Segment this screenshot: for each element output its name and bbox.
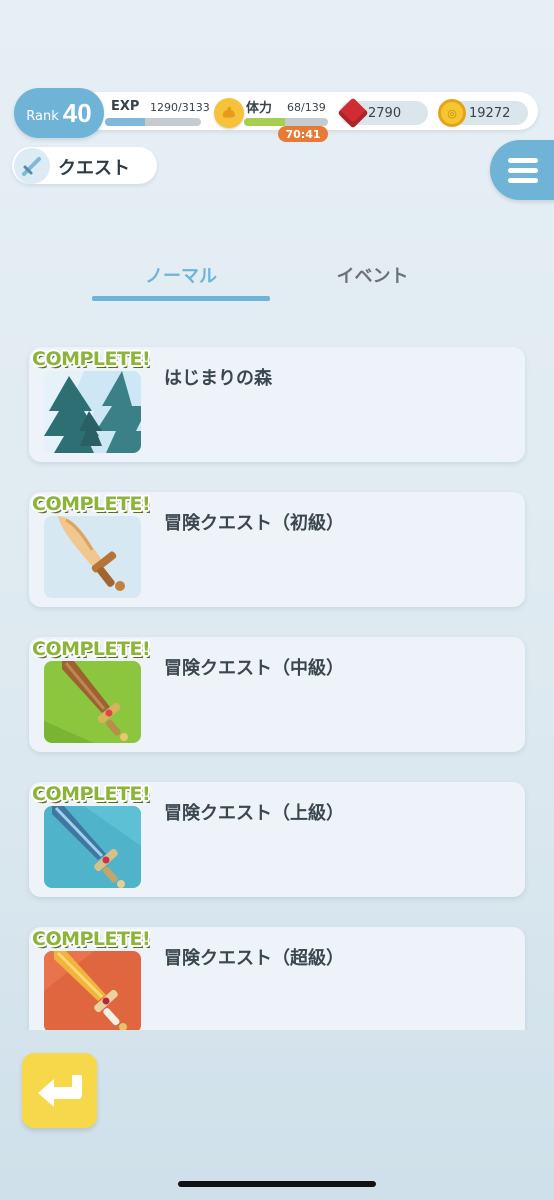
quest-name: 冒険クエスト（初級） <box>164 513 344 534</box>
hamburger-line <box>508 177 538 183</box>
exp-value: 1290/3133 <box>150 101 210 114</box>
quest-name: 冒険クエスト（超級） <box>164 948 344 969</box>
quest-list[interactable]: COMPLETE! はじまりの森 COMPLETE! 冒険クエスト（初級） CO… <box>0 330 554 1030</box>
exp-bar-fill <box>105 118 145 126</box>
rank-value: 40 <box>62 97 92 128</box>
forest-thumbnail <box>44 371 141 453</box>
complete-badge: COMPLETE! <box>32 348 151 370</box>
sword-icon <box>14 148 50 184</box>
back-arrow-icon <box>37 1074 82 1107</box>
quest-item-expert[interactable]: COMPLETE! 冒険クエスト（超級） <box>29 927 525 1030</box>
hamburger-icon <box>508 157 538 163</box>
quest-item-beginner[interactable]: COMPLETE! 冒険クエスト（初級） <box>29 492 525 607</box>
exp-label: EXP <box>111 99 140 114</box>
tab-event[interactable]: イベント <box>290 262 455 288</box>
quest-name: はじまりの森 <box>164 368 272 389</box>
quest-name: 冒険クエスト（中級） <box>164 658 344 679</box>
tab-normal[interactable]: ノーマル <box>92 262 270 288</box>
gem-value: 2790 <box>368 106 402 121</box>
quest-item-advanced[interactable]: COMPLETE! 冒険クエスト（上級） <box>29 782 525 897</box>
wooden-sword-thumbnail <box>44 516 141 598</box>
complete-badge: COMPLETE! <box>32 638 151 660</box>
home-indicator <box>178 1181 376 1187</box>
rank-badge[interactable]: Rank 40 <box>14 88 104 138</box>
page-title: クエスト <box>58 158 130 179</box>
steel-sword-thumbnail <box>44 806 141 888</box>
muscle-arm-icon <box>214 98 244 128</box>
bronze-sword-thumbnail <box>44 661 141 743</box>
exp-bar <box>105 118 201 126</box>
quest-name: 冒険クエスト（上級） <box>164 803 344 824</box>
complete-badge: COMPLETE! <box>32 493 151 515</box>
complete-badge: COMPLETE! <box>32 783 151 805</box>
back-button[interactable] <box>22 1053 97 1128</box>
stamina-timer: 70:41 <box>278 126 328 142</box>
quest-item-forest[interactable]: COMPLETE! はじまりの森 <box>29 347 525 462</box>
gold-coin-icon: ◎ <box>438 99 466 127</box>
golden-sword-thumbnail <box>44 951 141 1030</box>
stamina-bar <box>244 118 328 126</box>
complete-badge: COMPLETE! <box>32 928 151 950</box>
rank-label: Rank <box>26 108 59 124</box>
hamburger-line <box>508 167 538 173</box>
coin-value: 19272 <box>469 106 511 121</box>
stamina-label: 体力 <box>246 101 273 116</box>
stamina-value: 68/139 <box>287 101 326 114</box>
active-tab-indicator <box>92 296 270 301</box>
menu-button[interactable] <box>490 140 554 200</box>
stamina-bar-fill <box>244 118 286 126</box>
quest-item-intermediate[interactable]: COMPLETE! 冒険クエスト（中級） <box>29 637 525 752</box>
